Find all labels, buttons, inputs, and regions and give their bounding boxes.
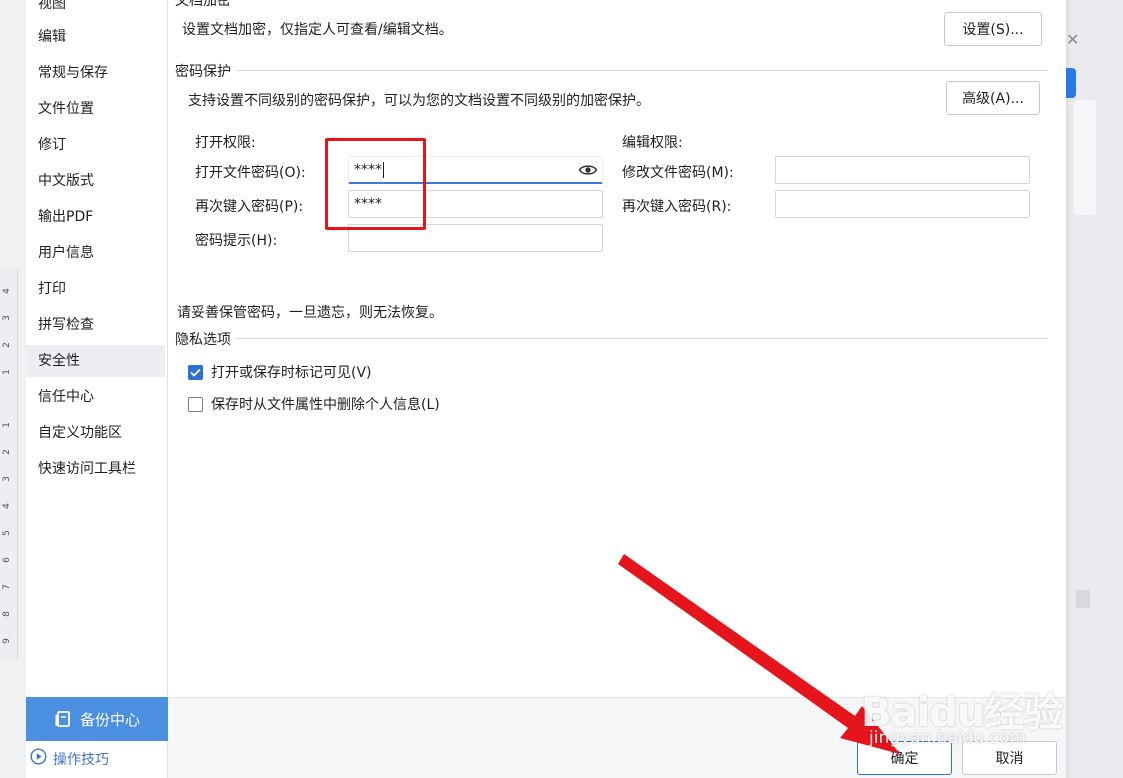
password-hint-label: 密码提示(H): [195,233,278,249]
ruler-label: 3 [1,476,12,482]
sidebar-item-chinese-layout[interactable]: 中文版式 [26,165,165,197]
ruler-label: 7 [1,584,12,590]
sidebar-item-security[interactable]: 安全性 [26,345,165,377]
sidebar-item-spell-check[interactable]: 拼写检查 [26,309,165,341]
sidebar-item-customize-ribbon[interactable]: 自定义功能区 [26,417,165,449]
backup-center-button[interactable]: 备份中心 [26,697,168,741]
baidu-jingyan-watermark: Baidu经验 jingyan.baidu.com [855,650,1070,750]
ruler-label: 9 [1,638,12,644]
sidebar-item-general-save[interactable]: 常规与保存 [26,57,165,89]
ruler-label: 4 [1,288,12,294]
sidebar-item-user-info[interactable]: 用户信息 [26,237,165,269]
background-scroll-strip [1076,590,1090,608]
modify-password-input[interactable] [775,156,1030,184]
password-description: 支持设置不同级别的密码保护，可以为您的文档设置不同级别的加密保护。 [188,93,650,109]
operation-tips-label: 操作技巧 [53,751,109,768]
operation-tips-link[interactable]: 操作技巧 [30,748,109,769]
options-sidebar: 视图 编辑 常规与保存 文件位置 修订 中文版式 输出PDF 用户信息 打印 拼… [26,0,168,778]
open-password-label: 打开文件密码(O): [195,165,306,181]
remove-personal-info-label: 保存时从文件属性中删除个人信息(L) [211,397,440,413]
encryption-description: 设置文档加密，仅指定人可查看/编辑文档。 [182,22,453,38]
privacy-option-remove-personal-info[interactable]: 保存时从文件属性中删除个人信息(L) [188,394,440,414]
reenter-modify-password-label: 再次键入密码(R): [622,199,732,215]
reenter-open-password-label: 再次键入密码(P): [195,199,304,215]
sidebar-item-quick-access-toolbar[interactable]: 快速访问工具栏 [26,453,165,485]
privacy-section-line [174,338,1048,339]
background-close-icon[interactable]: ✕ [1066,30,1079,49]
modify-password-label: 修改文件密码(M): [622,165,734,181]
encryption-settings-button[interactable]: 设置(S)... [944,12,1042,46]
sidebar-item-trust-center[interactable]: 信任中心 [26,381,165,413]
ruler-label: 5 [1,530,12,536]
privacy-section-title: 隐私选项 [175,329,235,349]
password-warning: 请妥善保管密码，一旦遗忘，则无法恢复。 [177,305,443,321]
ruler-label: 2 [1,449,12,455]
ruler-label: 6 [1,557,12,563]
background-window-right: ✕ [1066,0,1123,778]
highlight-annotation-box [325,138,426,230]
watermark-site: jingyan.baidu.com [869,728,1026,748]
sidebar-item-view[interactable]: 视图 [26,0,165,20]
play-circle-icon [30,748,47,769]
ruler-label: 8 [1,611,12,617]
ruler-label: 1 [1,422,12,428]
ruler-label: 4 [1,503,12,509]
privacy-option-mark-visible[interactable]: 打开或保存时标记可见(V) [188,362,372,382]
password-section-line [174,70,1048,71]
sidebar-item-export-pdf[interactable]: 输出PDF [26,201,165,233]
checkbox-checked-icon[interactable] [188,364,203,380]
checkbox-unchecked-icon[interactable] [188,396,203,412]
mark-visible-label: 打开或保存时标记可见(V) [211,365,372,381]
password-section-title: 密码保护 [175,61,235,81]
vertical-ruler: 4 3 2 1 1 2 3 4 5 6 7 8 9 [0,270,18,660]
advanced-button[interactable]: 高级(A)... [946,81,1040,115]
ruler-label: 3 [1,315,12,321]
background-blue-button[interactable] [1066,68,1076,98]
ruler-label: 2 [1,342,12,348]
sidebar-item-file-location[interactable]: 文件位置 [26,93,165,125]
eye-icon[interactable] [578,161,598,187]
sidebar-item-edit[interactable]: 编辑 [26,21,165,53]
ruler-label: 1 [1,369,12,375]
sidebar-item-revision[interactable]: 修订 [26,129,165,161]
sidebar-item-print[interactable]: 打印 [26,273,165,305]
open-permission-label: 打开权限: [195,135,256,151]
backup-center-label: 备份中心 [79,710,140,729]
backup-icon [54,710,72,728]
background-panel [1074,100,1096,215]
edit-permission-label: 编辑权限: [622,135,683,151]
reenter-modify-password-input[interactable] [775,190,1030,218]
encryption-section-title: 文档加密 [175,0,235,10]
